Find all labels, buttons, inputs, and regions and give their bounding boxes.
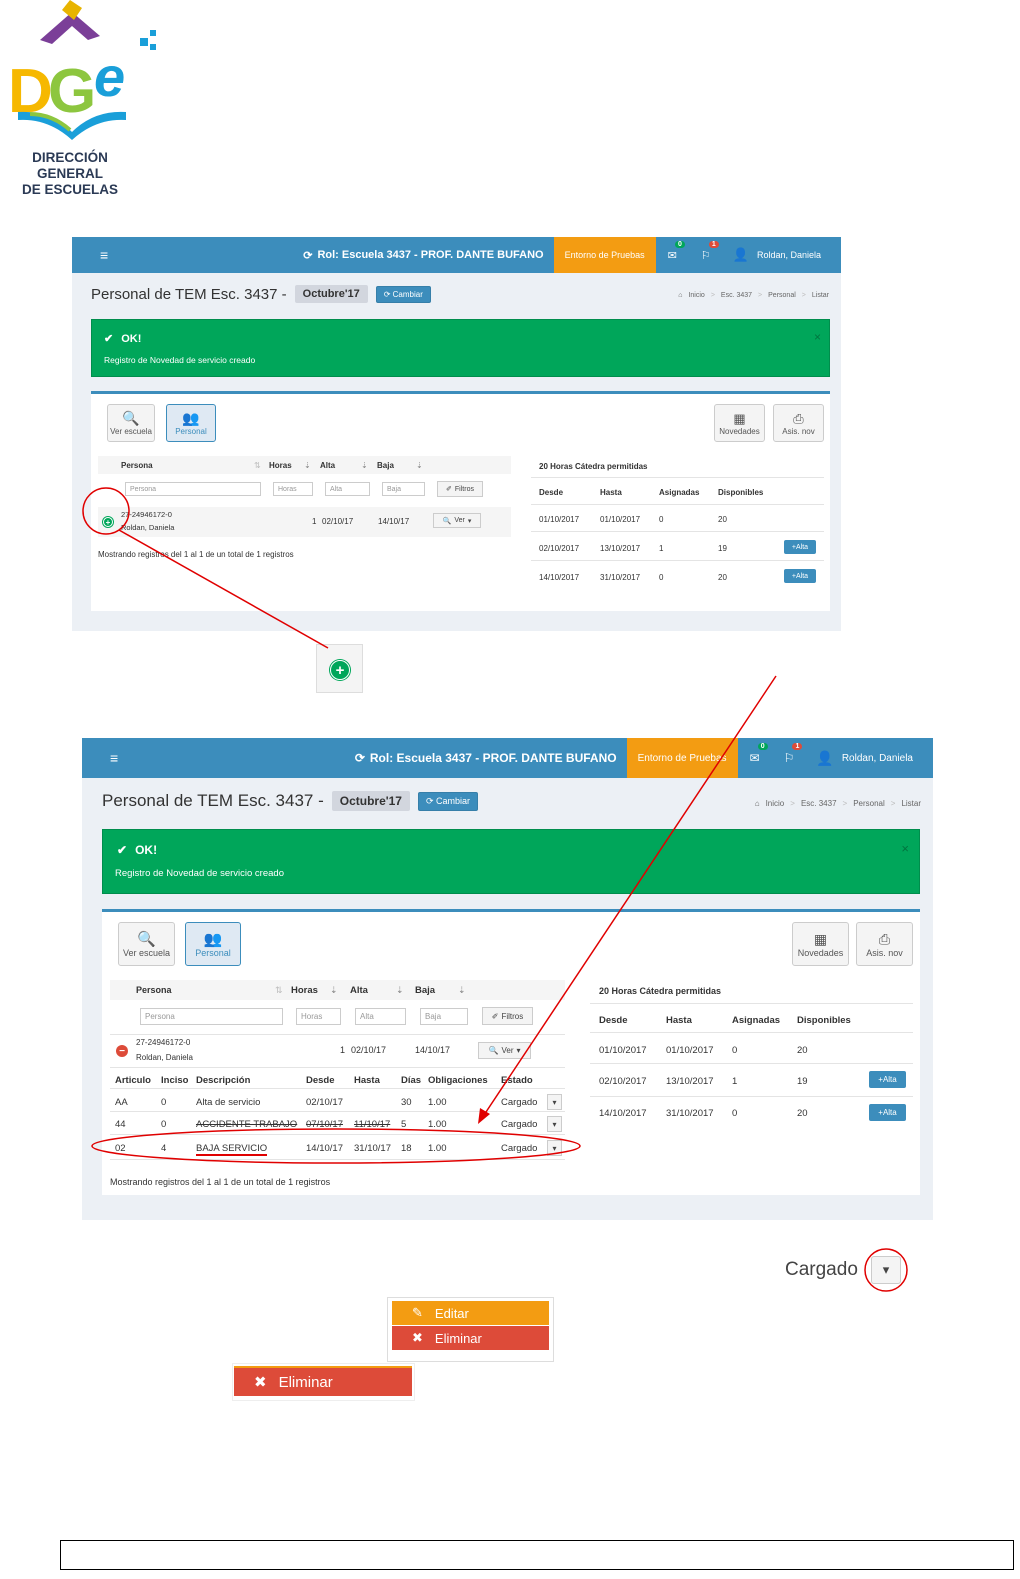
footer-box: [60, 1540, 1014, 1570]
annotation-arrow-line: [118, 529, 329, 649]
annotation-overlay: [82, 487, 908, 1292]
annotation-circle-dropdown: [864, 1248, 908, 1292]
annotation-ellipse-row: [91, 1128, 581, 1164]
annotation-arrow-head: [478, 1108, 490, 1124]
annotation-arrow-line: [483, 675, 777, 1116]
annotation-circle-plus: [82, 487, 130, 535]
